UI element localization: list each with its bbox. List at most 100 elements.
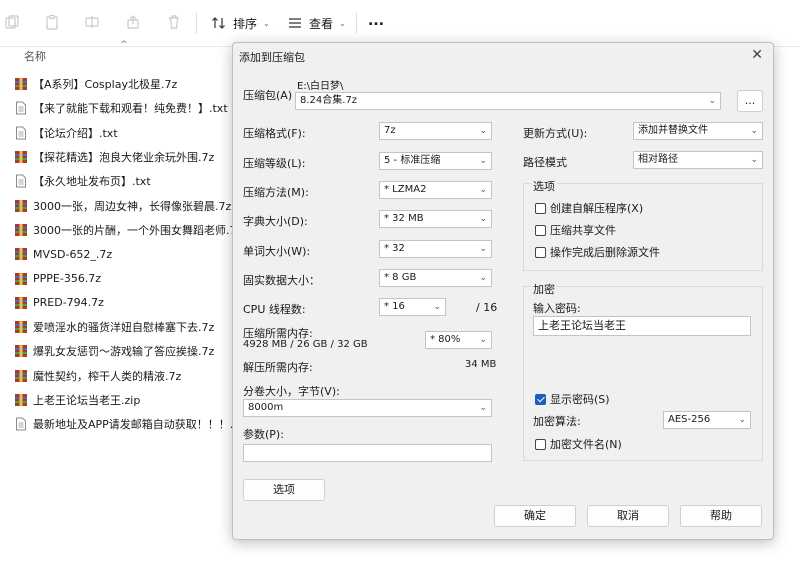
help-button[interactable]: 帮助 (680, 505, 762, 527)
file-name: MVSD-652_.7z (33, 247, 113, 261)
chevron-down-icon: ⌄ (479, 214, 487, 224)
word-label: 单词大小(W): (243, 245, 311, 258)
file-name: 【永久地址发布页】.txt (33, 175, 151, 189)
chevron-down-icon: ⌄ (339, 18, 346, 28)
sfx-checkbox[interactable]: 创建自解压程序(X) (535, 200, 643, 216)
word-value: * 32 (384, 243, 405, 254)
file-row[interactable]: 爱喷淫水的骚货洋妞自慰棒塞下去.7z (0, 315, 235, 339)
cpu-select[interactable]: * 16 ⌄ (379, 298, 446, 316)
file-row[interactable]: 【来了就能下载和观看！纯免费！】.txt (0, 96, 235, 120)
split-combo[interactable]: 8000m ⌄ (243, 399, 492, 417)
file-row[interactable]: 爆乳女友惩罚～游戏输了答应挨操.7z (0, 339, 235, 363)
file-row[interactable]: 3000一张，周边女神，长得像张碧晨.7z (0, 193, 235, 217)
file-name: 3000一张，周边女神，长得像张碧晨.7z (33, 199, 232, 213)
file-row[interactable]: 【论坛介绍】.txt (0, 121, 235, 145)
archive-path: E:\白日梦\ (297, 81, 344, 92)
file-name: 【论坛介绍】.txt (33, 126, 118, 140)
chevron-down-icon: ⌄ (479, 335, 487, 345)
enc-method-select[interactable]: AES-256 ⌄ (663, 411, 751, 429)
archive-icon (14, 296, 28, 310)
share-icon[interactable] (125, 14, 141, 30)
dialog-titlebar[interactable]: 添加到压缩包 ✕ (233, 43, 773, 71)
options-group-title: 选项 (531, 178, 557, 194)
text-file-icon (14, 417, 28, 431)
dict-value: * 32 MB (384, 213, 424, 224)
delete-after-label: 操作完成后删除源文件 (550, 246, 660, 259)
mem-detail: 4928 MB / 26 GB / 32 GB (243, 339, 368, 350)
more-button[interactable]: ... (368, 12, 384, 30)
rename-icon[interactable] (84, 14, 100, 30)
checkbox-icon (535, 246, 546, 258)
shared-files-label: 压缩共享文件 (550, 224, 616, 237)
file-name: 爱喷淫水的骚货洋妞自慰棒塞下去.7z (33, 321, 215, 335)
file-name: 3000一张的片酬，一个外围女舞蹈老师.7z (33, 223, 235, 237)
paste-icon[interactable] (44, 14, 60, 30)
decomp-label: 解压所需内存: (243, 361, 313, 374)
archive-label: 压缩包(A) (243, 89, 293, 102)
update-select[interactable]: 添加并替换文件 ⌄ (633, 122, 763, 140)
archive-icon (14, 393, 28, 407)
archive-name-combo[interactable]: 8.24合集.7z ⌄ (295, 92, 721, 110)
file-row[interactable]: 【永久地址发布页】.txt (0, 169, 235, 193)
file-name: 最新地址及APP请发邮箱自动获取！！！.... (33, 418, 235, 432)
solid-select[interactable]: * 8 GB ⌄ (379, 269, 492, 287)
file-row[interactable]: 魔性契约，榨干人类的精液.7z (0, 364, 235, 388)
mem-select[interactable]: * 80% ⌄ (425, 331, 492, 349)
chevron-down-icon: ⌄ (750, 155, 758, 165)
params-label: 参数(P): (243, 428, 284, 441)
more-icon: ... (368, 13, 384, 29)
text-file-icon (14, 174, 28, 188)
encrypt-names-checkbox[interactable]: 加密文件名(N) (535, 436, 622, 452)
ok-button[interactable]: 确定 (494, 505, 576, 527)
archive-icon (14, 320, 28, 334)
sort-button[interactable]: 排序 ⌄ (211, 14, 270, 32)
checkbox-checked-icon (535, 393, 546, 405)
file-row[interactable]: PPPE-356.7z (0, 266, 235, 290)
file-row[interactable]: 上老王论坛当老王.zip (0, 388, 235, 412)
close-icon[interactable]: ✕ (751, 47, 763, 63)
file-row[interactable]: PRED-794.7z (0, 291, 235, 315)
update-value: 添加并替换文件 (638, 125, 708, 136)
view-label: 查看 (309, 16, 334, 31)
path-mode-label: 路径模式 (523, 156, 567, 169)
shared-files-checkbox[interactable]: 压缩共享文件 (535, 222, 616, 238)
archive-icon (14, 223, 28, 237)
sort-label: 排序 (233, 16, 258, 31)
file-row[interactable]: 3000一张的片酬，一个外围女舞蹈老师.7z (0, 218, 235, 242)
dialog-title: 添加到压缩包 (239, 51, 305, 64)
path-mode-select[interactable]: 相对路径 ⌄ (633, 151, 763, 169)
password-input[interactable]: 上老王论坛当老王 (533, 316, 751, 336)
file-row[interactable]: 【探花精选】泡良大佬业余玩外围.7z (0, 145, 235, 169)
browse-button[interactable]: ... (737, 90, 763, 112)
level-value: 5 - 标准压缩 (384, 155, 441, 166)
level-select[interactable]: 5 - 标准压缩 ⌄ (379, 152, 492, 170)
copy-icon[interactable] (4, 14, 20, 30)
file-row[interactable]: 【A系列】Cosplay北极星.7z (0, 72, 235, 96)
dict-label: 字典大小(D): (243, 215, 308, 228)
params-input[interactable] (243, 444, 492, 462)
archive-icon (14, 150, 28, 164)
chevron-down-icon: ⌄ (479, 185, 487, 195)
file-name: PPPE-356.7z (33, 272, 102, 286)
chevron-down-icon: ⌄ (479, 403, 487, 413)
show-password-label: 显示密码(S) (550, 393, 610, 406)
method-select[interactable]: * LZMA2 ⌄ (379, 181, 492, 199)
file-name: PRED-794.7z (33, 296, 104, 310)
file-name: 爆乳女友惩罚～游戏输了答应挨操.7z (33, 345, 215, 359)
file-name: 【探花精选】泡良大佬业余玩外围.7z (33, 151, 215, 165)
options-button[interactable]: 选项 (243, 479, 325, 501)
delete-after-checkbox[interactable]: 操作完成后删除源文件 (535, 244, 660, 260)
delete-icon[interactable] (166, 14, 182, 30)
file-row[interactable]: 最新地址及APP请发邮箱自动获取！！！.... (0, 412, 235, 436)
format-select[interactable]: 7z ⌄ (379, 122, 492, 140)
word-select[interactable]: * 32 ⌄ (379, 240, 492, 258)
show-password-checkbox[interactable]: 显示密码(S) (535, 391, 610, 407)
view-button[interactable]: 查看 ⌄ (287, 14, 346, 32)
file-row[interactable]: MVSD-652_.7z (0, 242, 235, 266)
name-column-header[interactable]: 名称 (24, 48, 46, 64)
checkbox-icon (535, 224, 546, 236)
cpu-label: CPU 线程数: (243, 303, 306, 316)
dict-select[interactable]: * 32 MB ⌄ (379, 210, 492, 228)
file-name: 【来了就能下载和观看！纯免费！】.txt (33, 102, 228, 116)
cancel-button[interactable]: 取消 (587, 505, 669, 527)
